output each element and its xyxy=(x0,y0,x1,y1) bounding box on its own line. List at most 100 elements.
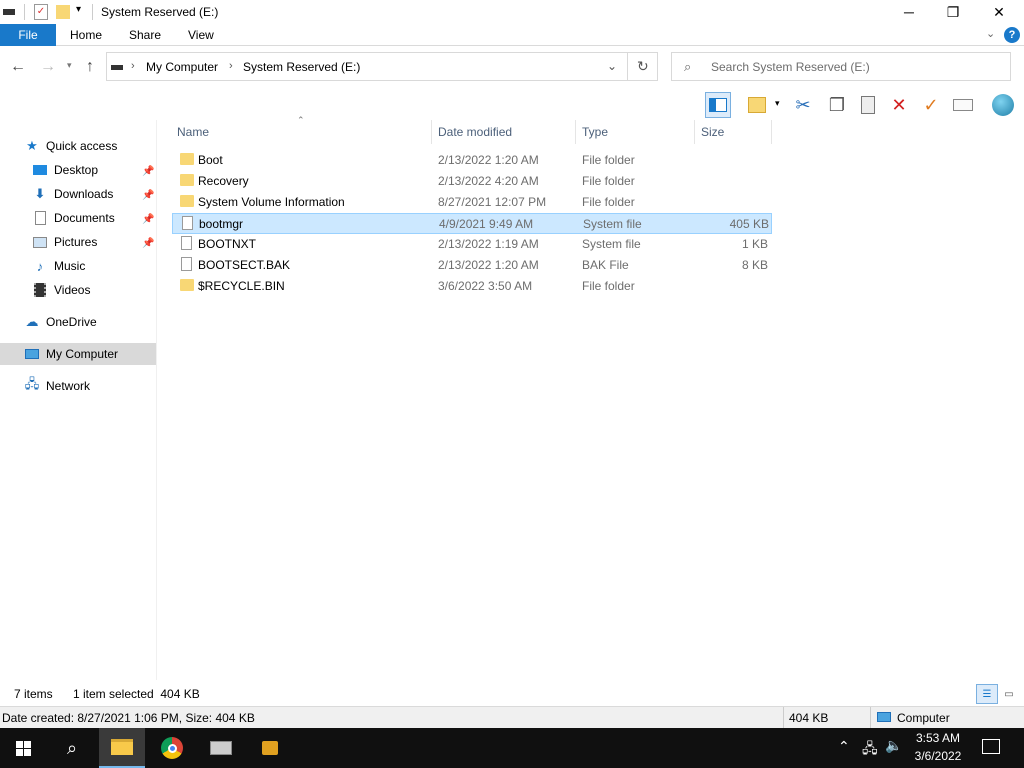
pictures-icon xyxy=(32,234,48,250)
search-placeholder: Search System Reserved (E:) xyxy=(711,60,870,74)
tab-file[interactable]: File xyxy=(0,24,56,46)
properties-icon[interactable]: ✓ xyxy=(34,4,48,20)
globe-icon[interactable] xyxy=(990,92,1016,118)
file-row[interactable]: $RECYCLE.BIN 3/6/2022 3:50 AM File folder xyxy=(172,276,772,297)
new-folder-icon[interactable] xyxy=(56,5,70,19)
paste-icon[interactable] xyxy=(855,92,881,118)
file-name: $RECYCLE.BIN xyxy=(198,279,285,293)
lock-icon[interactable] xyxy=(247,728,293,768)
separator xyxy=(783,707,784,728)
copy-icon[interactable]: ❐ xyxy=(824,92,850,118)
up-arrow-icon[interactable]: ↑ xyxy=(86,58,94,76)
file-icon xyxy=(181,236,192,250)
tab-home[interactable]: Home xyxy=(70,28,102,42)
breadcrumb-separator-icon: › xyxy=(131,60,135,72)
breadcrumb-system-reserved[interactable]: System Reserved (E:) xyxy=(243,60,360,74)
file-name: bootmgr xyxy=(199,217,244,231)
address-dropdown-chevron-icon[interactable]: ⌄ xyxy=(607,59,617,73)
column-header-date-modified[interactable]: Date modified xyxy=(433,120,576,144)
file-row[interactable]: Boot 2/13/2022 1:20 AM File folder xyxy=(172,150,772,171)
notifications-icon[interactable] xyxy=(982,739,1000,754)
rename-icon[interactable] xyxy=(950,92,976,118)
file-explorer-icon[interactable] xyxy=(99,728,145,768)
tab-view[interactable]: View xyxy=(188,28,214,42)
recent-locations-chevron-icon[interactable]: ▾ xyxy=(67,60,72,71)
nav-downloads[interactable]: ⬇ Downloads xyxy=(32,183,114,205)
cut-icon[interactable]: ✂ xyxy=(790,92,816,118)
address-bar[interactable]: › My Computer › System Reserved (E:) ⌄ ↻ xyxy=(106,52,658,81)
file-row[interactable]: System Volume Information 8/27/2021 12:07… xyxy=(172,192,772,213)
column-header-name[interactable]: Name xyxy=(172,120,432,144)
file-date: 3/6/2022 3:50 AM xyxy=(438,279,533,293)
nav-quick-access[interactable]: ★ Quick access xyxy=(24,135,117,157)
nav-music[interactable]: ♪ Music xyxy=(32,255,86,277)
pin-icon[interactable]: 📌 xyxy=(142,238,154,249)
pin-icon[interactable]: 📌 xyxy=(142,190,154,201)
show-hidden-icons-chevron-icon[interactable]: ⌃ xyxy=(838,738,850,755)
file-row[interactable]: BOOTSECT.BAK 2/13/2022 1:20 AM BAK File 8 K… xyxy=(172,255,772,276)
file-type: File folder xyxy=(582,174,635,188)
nav-my-computer[interactable]: My Computer xyxy=(0,343,156,365)
minimize-button[interactable]: ─ xyxy=(886,0,932,24)
nav-onedrive[interactable]: ☁ OneDrive xyxy=(24,311,97,333)
clock-time[interactable]: 3:53 AM xyxy=(912,731,964,745)
start-windows-icon[interactable] xyxy=(0,728,46,768)
new-item-chevron-icon[interactable]: ▾ xyxy=(775,98,780,109)
search-icon[interactable]: ⌕ xyxy=(49,728,95,768)
network-icon: 🖧 xyxy=(24,376,40,391)
search-input[interactable]: ⌕ Search System Reserved (E:) xyxy=(671,52,1011,81)
breadcrumb-my-computer[interactable]: My Computer xyxy=(146,60,218,74)
help-icon[interactable]: ? xyxy=(1004,27,1020,43)
cloud-icon: ☁ xyxy=(25,314,39,329)
taskbar: ⌕ ⌃ 🖧 🔈 3:53 AM 3/6/2022 xyxy=(0,728,1024,768)
file-name: System Volume Information xyxy=(198,195,345,209)
tab-share[interactable]: Share xyxy=(129,28,161,42)
nav-videos[interactable]: Videos xyxy=(32,279,90,301)
folder-icon xyxy=(180,153,194,165)
computer-icon xyxy=(877,712,891,722)
delete-icon[interactable]: ✕ xyxy=(886,92,912,118)
checkmark-icon[interactable]: ✓ xyxy=(918,92,944,118)
location-label: Computer xyxy=(897,711,950,725)
large-icons-view-icon[interactable]: ▭ xyxy=(1000,686,1018,702)
nav-label: Quick access xyxy=(46,139,118,153)
preview-pane-icon[interactable] xyxy=(705,92,731,118)
customize-qat-chevron-icon[interactable]: ▾ xyxy=(76,4,81,15)
nav-network[interactable]: 🖧 Network xyxy=(24,375,90,397)
restore-button[interactable]: ❐ xyxy=(930,0,976,24)
column-header-size[interactable]: Size xyxy=(696,120,772,144)
expand-ribbon-chevron-icon[interactable]: ⌄ xyxy=(986,27,995,40)
address-row: ← → ▾ ↑ › My Computer › System Reserved … xyxy=(0,46,1024,88)
close-button[interactable]: ✕ xyxy=(976,0,1022,24)
back-arrow-icon[interactable]: ← xyxy=(10,58,26,76)
file-type: File folder xyxy=(582,195,635,209)
refresh-icon[interactable]: ↻ xyxy=(637,58,649,75)
forward-arrow-icon[interactable]: → xyxy=(40,58,56,76)
column-header-type[interactable]: Type xyxy=(577,120,695,144)
nav-desktop[interactable]: Desktop xyxy=(32,159,98,181)
music-note-icon: ♪ xyxy=(36,258,44,274)
nav-documents[interactable]: Documents xyxy=(32,207,115,229)
volume-icon[interactable]: 🔈 xyxy=(885,737,902,754)
ribbon-tabs: File Home Share View ⌄ ? xyxy=(0,24,1024,46)
pin-icon[interactable]: 📌 xyxy=(142,214,154,225)
new-folder-icon[interactable] xyxy=(744,92,770,118)
network-status-icon[interactable]: 🖧 xyxy=(862,738,878,762)
clock-date[interactable]: 3/6/2022 xyxy=(912,749,964,763)
status-bar: 7 items 1 item selected 404 KB ☰ ▭ xyxy=(0,684,1024,706)
nav-label: Downloads xyxy=(54,187,114,201)
pin-icon[interactable]: 📌 xyxy=(142,166,154,177)
file-icon xyxy=(182,216,193,230)
chrome-icon[interactable] xyxy=(149,728,195,768)
nav-pictures[interactable]: Pictures xyxy=(32,231,97,253)
file-row[interactable]: Recovery 2/13/2022 4:20 AM File folder xyxy=(172,171,772,192)
documents-icon xyxy=(32,210,48,226)
drive-tool-icon[interactable] xyxy=(198,728,244,768)
file-row[interactable]: BOOTNXT 2/13/2022 1:19 AM System file 1 KB xyxy=(172,234,772,255)
file-name: Recovery xyxy=(198,174,249,188)
folder-icon xyxy=(180,279,194,291)
file-row[interactable]: bootmgr 4/9/2021 9:49 AM System file 405 KB xyxy=(172,213,772,234)
desktop-icon xyxy=(32,162,48,178)
file-type: File folder xyxy=(582,279,635,293)
details-view-icon[interactable]: ☰ xyxy=(976,684,998,704)
